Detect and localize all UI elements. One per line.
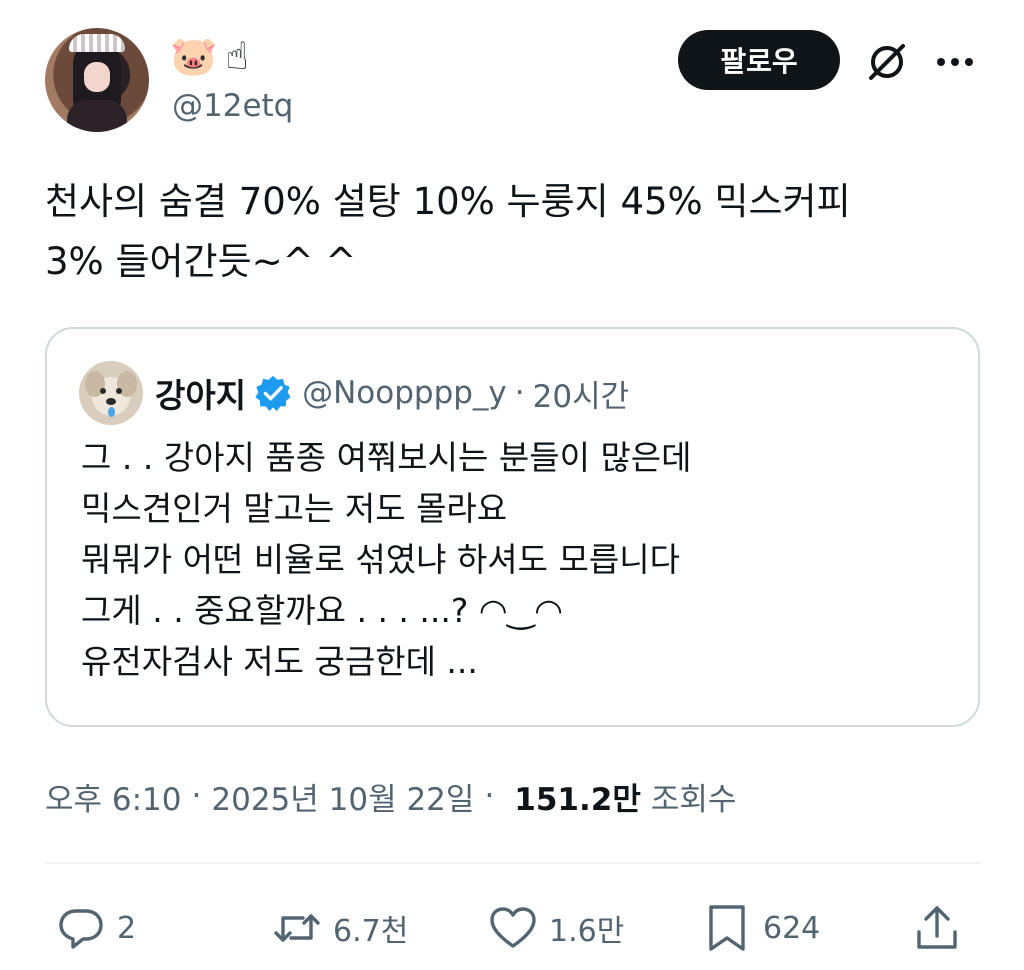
pointing-up-emoji: ☝ — [225, 34, 249, 78]
quoted-tweet-header: 강아지 @Noopppp_y · 20시간 — [79, 361, 629, 425]
tear-drop — [108, 407, 115, 417]
meta-separator: · — [191, 778, 202, 814]
retweet-count: 6.7천 — [333, 914, 409, 949]
tweet-date[interactable]: 2025년 10월 22일 — [211, 774, 474, 819]
meta-separator: · — [484, 778, 495, 814]
quoted-tweet-card[interactable]: 강아지 @Noopppp_y · 20시간 그 . . 강아지 품종 여쭤보시는… — [45, 327, 980, 727]
quoted-author-handle[interactable]: @Noopppp_y — [302, 375, 507, 411]
dog-eye-left — [100, 388, 106, 394]
view-count-label: 조회수 — [650, 781, 737, 818]
dog-nose — [106, 398, 116, 405]
more-icon[interactable] — [933, 40, 977, 84]
dog-eye-right — [116, 388, 122, 394]
quoted-author-name[interactable]: 강아지 — [155, 369, 246, 417]
view-count: 151.2만 — [514, 781, 641, 818]
author-name[interactable]: 🐷 ☝ — [170, 28, 248, 84]
share-icon — [917, 906, 957, 949]
share-button[interactable] — [911, 896, 963, 960]
author-handle[interactable]: @12etq — [172, 88, 293, 124]
reply-icon — [59, 909, 103, 949]
pig-emoji: 🐷 — [170, 34, 218, 78]
tweet-time[interactable]: 오후 6:10 — [45, 774, 182, 819]
verified-badge-icon — [255, 375, 291, 412]
follow-button[interactable]: 팔로우 — [678, 30, 840, 90]
action-bar: 2 6.7천 1.6만 624 — [45, 896, 980, 960]
no-entry-icon[interactable] — [865, 40, 909, 84]
divider — [45, 862, 980, 864]
quoted-author-avatar[interactable] — [79, 361, 143, 425]
tweet-header: 🐷 ☝ @12etq 팔로우 — [45, 28, 980, 138]
quoted-tweet-time[interactable]: 20시간 — [533, 371, 630, 416]
author-avatar[interactable] — [45, 28, 149, 132]
tweet-meta: 오후 6:10 · 2025년 10월 22일 · 151.2만 조회수 — [45, 773, 736, 819]
like-icon — [490, 907, 536, 948]
quoted-tweet-text: 그 . . 강아지 품종 여쭤보시는 분들이 많은데 믹스견인거 말고는 저도 … — [81, 438, 692, 681]
like-button[interactable]: 1.6만 — [487, 896, 624, 960]
bookmark-count: 624 — [763, 910, 821, 946]
tweet-text: 천사의 숨결 70% 설탕 10% 누룽지 45% 믹스커피 3% 들어간듯~^… — [45, 180, 851, 283]
avatar-dress — [67, 100, 127, 132]
retweet-icon — [274, 914, 320, 942]
bookmark-button[interactable]: 624 — [701, 896, 820, 960]
reply-count: 2 — [117, 910, 137, 946]
retweet-button[interactable]: 6.7천 — [271, 896, 408, 960]
separator-dot: · — [514, 375, 525, 411]
bookmark-icon — [709, 905, 745, 951]
like-count: 1.6만 — [549, 914, 625, 949]
avatar-bonnet — [69, 34, 125, 52]
avatar-face — [84, 62, 110, 92]
reply-button[interactable]: 2 — [55, 896, 136, 960]
